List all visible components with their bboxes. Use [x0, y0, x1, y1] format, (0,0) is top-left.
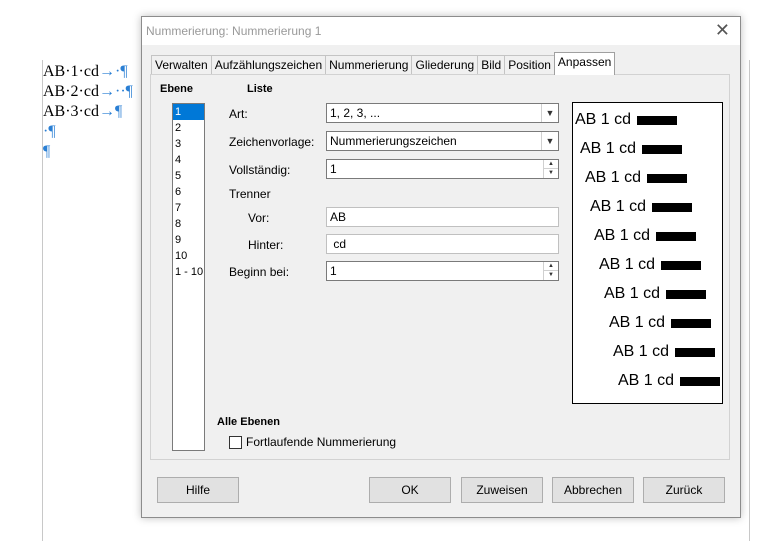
vor-input[interactable]: AB [326, 207, 559, 227]
spin-up-icon[interactable]: ▲ [544, 262, 558, 271]
zeichenvorlage-select[interactable]: Nummerierungszeichen ▼ [326, 131, 559, 151]
preview-line: AB 1 cd [618, 372, 721, 390]
fortlaufend-checkbox[interactable] [229, 436, 242, 449]
chevron-down-icon[interactable]: ▼ [541, 104, 558, 122]
document-line-4[interactable]: ·¶ [43, 122, 133, 142]
document-line-5[interactable]: ¶ [43, 142, 133, 162]
level-item[interactable]: 10 [173, 248, 204, 264]
level-item[interactable]: 4 [173, 152, 204, 168]
cancel-button[interactable]: Abbrechen [552, 477, 634, 503]
art-value: 1, 2, 3, ... [330, 106, 381, 120]
level-item[interactable]: 1 [173, 104, 204, 120]
level-item[interactable]: 7 [173, 200, 204, 216]
formatting-marks: ¶ [43, 143, 51, 160]
spin-down-icon[interactable]: ▼ [544, 169, 558, 178]
level-item[interactable]: 2 [173, 120, 204, 136]
preview-line: AB 1 cd [613, 343, 716, 361]
preview-line: AB 1 cd [609, 314, 712, 332]
numbering-preview: AB 1 cd AB 1 cd AB 1 cd AB 1 cd AB 1 cd … [572, 102, 723, 404]
hinter-label: Hinter: [248, 238, 284, 252]
document-text[interactable]: AB·1·cd→·¶ AB·2·cd→··¶ AB·3·cd→¶ ·¶ ¶ [43, 62, 133, 162]
spin-down-icon[interactable]: ▼ [544, 271, 558, 280]
tab-gliederung[interactable]: Gliederung [411, 55, 479, 75]
alle-ebenen-heading: Alle Ebenen [217, 416, 280, 428]
chevron-down-icon[interactable]: ▼ [541, 132, 558, 150]
hinter-input[interactable]: cd [326, 234, 559, 254]
preview-line: AB 1 cd [590, 198, 693, 216]
dialog-title: Nummerierung: Nummerierung 1 [146, 24, 322, 38]
reset-button[interactable]: Zurück [643, 477, 725, 503]
zeichenvorlage-value: Nummerierungszeichen [330, 134, 457, 148]
level-item[interactable]: 8 [173, 216, 204, 232]
document-line-3[interactable]: AB·3·cd→¶ [43, 102, 133, 122]
document-line-1[interactable]: AB·1·cd→·¶ [43, 62, 133, 82]
spinner-buttons: ▲ ▼ [543, 160, 558, 178]
preview-line: AB 1 cd [599, 256, 702, 274]
vollstaendig-label: Vollständig: [229, 163, 291, 177]
vollstaendig-spinner[interactable]: 1 ▲ ▼ [326, 159, 559, 179]
art-select[interactable]: 1, 2, 3, ... ▼ [326, 103, 559, 123]
tab-position[interactable]: Position [504, 55, 555, 75]
art-label: Art: [229, 107, 248, 121]
tab-verwalten[interactable]: Verwalten [151, 55, 212, 75]
level-item[interactable]: 3 [173, 136, 204, 152]
formatting-marks: →··¶ [98, 83, 133, 100]
liste-heading: Liste [247, 83, 273, 95]
preview-line: AB 1 cd [594, 227, 697, 245]
beginn-value: 1 [330, 264, 337, 278]
formatting-marks: ·¶ [43, 123, 56, 140]
preview-line: AB 1 cd [575, 111, 678, 129]
vollstaendig-value: 1 [330, 162, 337, 176]
tab-bild[interactable]: Bild [477, 55, 506, 75]
spin-up-icon[interactable]: ▲ [544, 160, 558, 169]
level-item[interactable]: 9 [173, 232, 204, 248]
level-list[interactable]: 1 2 3 4 5 6 7 8 9 10 1 - 10 [172, 103, 205, 451]
tab-aufzaehlungszeichen[interactable]: Aufzählungszeichen [210, 55, 327, 75]
formatting-marks: →¶ [98, 103, 123, 120]
beginn-spinner[interactable]: 1 ▲ ▼ [326, 261, 559, 281]
trenner-label: Trenner [229, 187, 271, 201]
numbering-dialog: Nummerierung: Nummerierung 1 ✕ Verwalten… [141, 16, 741, 518]
vor-label: Vor: [248, 211, 270, 225]
level-item[interactable]: 1 - 10 [173, 264, 204, 280]
apply-button[interactable]: Zuweisen [461, 477, 543, 503]
close-icon[interactable]: ✕ [715, 20, 730, 41]
level-item[interactable]: 5 [173, 168, 204, 184]
formatting-marks: →·¶ [98, 63, 128, 80]
preview-line: AB 1 cd [580, 140, 683, 158]
spinner-buttons: ▲ ▼ [543, 262, 558, 280]
tab-anpassen[interactable]: Anpassen [553, 52, 616, 75]
beginn-label: Beginn bei: [229, 265, 290, 279]
zeichenvorlage-label: Zeichenvorlage: [229, 135, 315, 149]
ok-button[interactable]: OK [369, 477, 451, 503]
level-item[interactable]: 6 [173, 184, 204, 200]
help-button[interactable]: Hilfe [157, 477, 239, 503]
fortlaufend-label[interactable]: Fortlaufende Nummerierung [246, 435, 396, 449]
document-line-2[interactable]: AB·2·cd→··¶ [43, 82, 133, 102]
preview-line: AB 1 cd [604, 285, 707, 303]
dialog-titlebar[interactable]: Nummerierung: Nummerierung 1 ✕ [142, 17, 740, 45]
tab-bar: Verwalten Aufzählungszeichen Nummerierun… [151, 52, 616, 75]
ebene-heading: Ebene [160, 83, 194, 95]
tab-nummerierung[interactable]: Nummerierung [325, 55, 413, 75]
preview-line: AB 1 cd [585, 169, 688, 187]
